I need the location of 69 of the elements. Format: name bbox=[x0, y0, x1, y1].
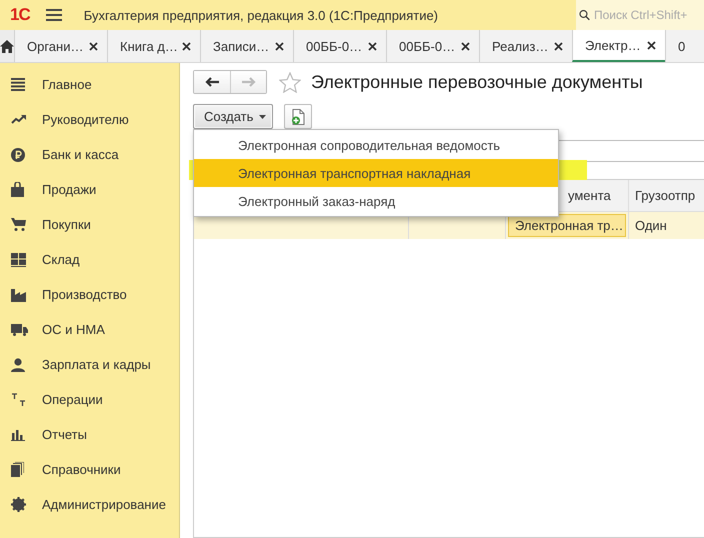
table-cell: Один bbox=[635, 218, 667, 233]
menu-item[interactable]: Электронная транспортная накладная bbox=[194, 159, 558, 187]
column-header[interactable]: Грузоотпр bbox=[629, 180, 704, 211]
sidebar-item[interactable]: Администрирование bbox=[0, 487, 179, 522]
app-logo: 1С bbox=[10, 5, 30, 25]
tab-label: Органи… bbox=[27, 38, 84, 54]
tab-label: Электр… bbox=[585, 38, 641, 52]
add-document-button[interactable] bbox=[284, 104, 312, 129]
close-icon[interactable] bbox=[461, 42, 470, 50]
sidebar-item[interactable]: Руководителю bbox=[0, 102, 179, 137]
menu-icon[interactable] bbox=[46, 9, 62, 21]
sidebar-item[interactable]: Склад bbox=[0, 242, 179, 277]
tab[interactable]: Записи… bbox=[200, 30, 293, 62]
trend-icon bbox=[11, 115, 26, 124]
sidebar-item[interactable]: Главное bbox=[0, 67, 179, 102]
close-icon[interactable] bbox=[89, 42, 98, 50]
settings-icon bbox=[11, 497, 26, 512]
sidebar-item[interactable]: Продажи bbox=[0, 172, 179, 207]
tab-label: Реализ… bbox=[492, 38, 548, 54]
sidebar-item[interactable]: Покупки bbox=[0, 207, 179, 242]
home-icon bbox=[0, 40, 14, 52]
arrow-right-icon bbox=[242, 77, 256, 87]
tab[interactable]: Органи… bbox=[14, 30, 107, 62]
page-title: Электронные перевозочные документы bbox=[311, 72, 643, 92]
star-icon[interactable] bbox=[279, 72, 301, 92]
close-icon[interactable] bbox=[554, 42, 563, 50]
tab-label: Книга д… bbox=[120, 38, 178, 54]
document-add-icon bbox=[291, 108, 306, 124]
tab[interactable]: 00ББ-0… bbox=[386, 30, 479, 62]
close-icon[interactable] bbox=[647, 40, 656, 50]
person-icon bbox=[11, 358, 25, 372]
arrow-left-icon bbox=[205, 77, 219, 87]
search-field[interactable]: Поиск Ctrl+Shift+ bbox=[576, 0, 704, 30]
sidebar-item[interactable]: Банк и касса bbox=[0, 137, 179, 172]
tab-label: 00ББ-0… bbox=[306, 38, 362, 54]
boxes-icon bbox=[11, 252, 26, 266]
tab[interactable]: Электр… bbox=[572, 30, 665, 62]
bar-chart-icon bbox=[11, 428, 25, 440]
sidebar-item[interactable]: ОС и НМА bbox=[0, 312, 179, 347]
list-icon bbox=[11, 78, 25, 91]
sidebar-item[interactable]: Зарплата и кадры bbox=[0, 347, 179, 382]
window-title: Бухгалтерия предприятия, редакция 3.0 (1С:Предприятие) bbox=[84, 8, 440, 22]
menu-item[interactable]: Электронная сопроводительная ведомость bbox=[194, 131, 558, 159]
table-cell: Электронная тр… bbox=[508, 214, 626, 237]
sidebar-item[interactable]: Операции bbox=[0, 382, 179, 417]
tab-label: 0 bbox=[678, 38, 686, 54]
tab[interactable]: Книга д… bbox=[107, 30, 200, 62]
coin-icon bbox=[11, 148, 25, 162]
truck-icon bbox=[11, 324, 28, 336]
create-button[interactable]: Создать bbox=[193, 104, 274, 129]
caret-icon bbox=[259, 114, 266, 118]
back-button[interactable] bbox=[194, 71, 230, 93]
search-input[interactable]: Поиск Ctrl+Shift+ bbox=[594, 8, 704, 22]
tab[interactable]: Реализ… bbox=[479, 30, 572, 62]
tab[interactable]: 0 bbox=[665, 30, 704, 62]
tab[interactable]: 00ББ-0… bbox=[293, 30, 386, 62]
tab-label: 00ББ-0… bbox=[399, 38, 456, 54]
sidebar-item[interactable]: Справочники bbox=[0, 452, 179, 487]
factory-icon bbox=[11, 288, 26, 302]
sidebar-item[interactable]: Отчеты bbox=[0, 417, 179, 452]
bag-icon bbox=[11, 182, 24, 197]
search-icon bbox=[579, 7, 590, 23]
tab-label: Записи… bbox=[213, 38, 270, 54]
sidebar-item[interactable]: Производство bbox=[0, 277, 179, 312]
cart-icon bbox=[11, 218, 26, 231]
books-icon bbox=[11, 462, 24, 477]
close-icon[interactable] bbox=[368, 42, 377, 50]
close-icon[interactable] bbox=[182, 42, 191, 50]
close-icon[interactable] bbox=[275, 42, 284, 50]
